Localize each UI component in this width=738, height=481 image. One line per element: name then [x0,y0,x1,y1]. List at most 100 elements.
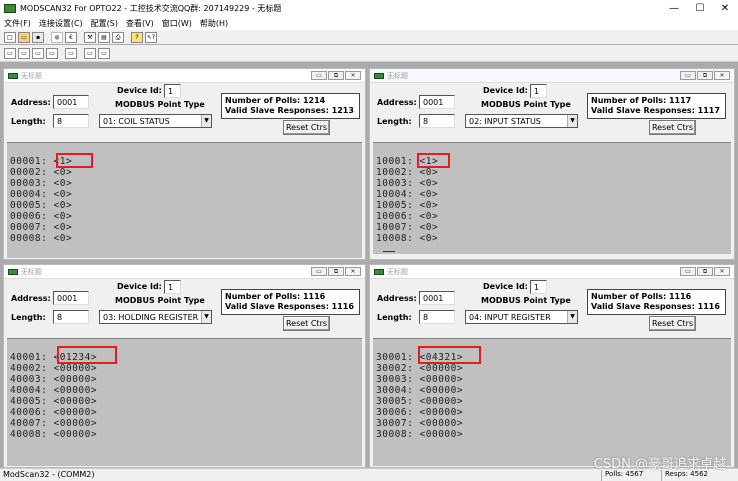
length-field[interactable]: 8 [53,114,89,128]
print-preview-icon[interactable]: ▤ [98,31,110,43]
maximize-button[interactable]: ☐ [688,0,712,17]
data-row[interactable]: 10008: <0> [376,233,438,244]
child-window-coil-status[interactable]: 无标题 ▭ ⧉ ✕ Device Id: 1 MODBUS Point Type… [3,68,366,260]
new-icon[interactable]: □ [4,31,16,43]
length-field[interactable]: 8 [419,310,455,324]
child-window-input-register[interactable]: 无标题 ▭ ⧉ ✕ Device Id: 1 MODBUS Point Type… [369,264,735,468]
point-type-select[interactable]: 01: COIL STATUS ▼ [99,114,212,128]
address-field[interactable]: 0001 [419,95,455,109]
context-help-icon[interactable]: ↖? [145,31,157,43]
menu-help[interactable]: 帮助(H) [196,18,232,29]
child-maximize-button[interactable]: ⧉ [697,71,713,80]
close-button[interactable]: ✕ [713,0,737,17]
chevron-down-icon[interactable]: ▼ [201,311,211,323]
help-icon[interactable]: ? [131,31,143,43]
length-field[interactable]: 8 [419,114,455,128]
menu-file[interactable]: 文件(F) [0,18,35,29]
scroll-thumb[interactable] [383,251,395,252]
address-field[interactable]: 0001 [53,95,89,109]
data-row[interactable]: 10005: <0> [376,200,438,211]
display-comm-icon[interactable]: ▭ [98,47,110,59]
child-minimize-button[interactable]: ▭ [311,71,327,80]
child-close-button[interactable]: ✕ [714,267,730,276]
data-row[interactable]: 00002: <0> [10,167,72,178]
data-row[interactable]: 40008: <00000> [10,429,97,440]
data-row[interactable]: 00005: <0> [10,200,72,211]
data-row[interactable]: 40007: <00000> [10,418,97,429]
child-close-button[interactable]: ✕ [714,71,730,80]
reset-counters-button[interactable]: Reset Ctrs [649,316,696,331]
data-row[interactable]: 30002: <00000> [376,363,463,374]
data-row[interactable]: 30008: <00000> [376,429,463,440]
display-hex-icon[interactable]: ▭ [32,47,44,59]
print-icon[interactable]: ⎙ [112,31,124,43]
data-row[interactable]: 10006: <0> [376,211,438,222]
child-window-holding-register[interactable]: 无标题 ▭ ⧉ ✕ Device Id: 1 MODBUS Point Type… [3,264,366,468]
display-dbl-icon[interactable]: ▭ [65,47,77,59]
data-row[interactable]: 40005: <00000> [10,396,97,407]
address-field[interactable]: 0001 [419,291,455,305]
child-window-input-status[interactable]: 无标题 ▭ ⧉ ✕ Device Id: 1 MODBUS Point Type… [369,68,735,260]
data-row[interactable]: 30006: <00000> [376,407,463,418]
point-type-select[interactable]: 04: INPUT REGISTER ▼ [465,310,578,324]
display-decimal-icon[interactable]: ▭ [18,47,30,59]
device-id-field[interactable]: 1 [530,84,547,98]
child-title-bar[interactable]: 无标题 ▭ ⧉ ✕ [4,265,365,279]
display-binary-icon[interactable]: ▭ [4,47,16,59]
chevron-down-icon[interactable]: ▼ [201,115,211,127]
data-row[interactable]: 30003: <00000> [376,374,463,385]
horizontal-scrollbar[interactable] [373,248,731,254]
chevron-down-icon[interactable]: ▼ [567,115,577,127]
tool-icon[interactable]: ⚒ [84,31,96,43]
device-id-field[interactable]: 1 [164,84,181,98]
child-title-bar[interactable]: 无标题 ▭ ⧉ ✕ [4,69,365,83]
record-icon[interactable]: ● [51,31,63,43]
point-type-select[interactable]: 03: HOLDING REGISTER ▼ [99,310,212,324]
menu-view[interactable]: 查看(V) [122,18,158,29]
data-row[interactable]: 10003: <0> [376,178,438,189]
address-field[interactable]: 0001 [53,291,89,305]
child-minimize-button[interactable]: ▭ [311,267,327,276]
length-field[interactable]: 8 [53,310,89,324]
minimize-button[interactable]: — [662,0,686,17]
child-title-bar[interactable]: 无标题 ▭ ⧉ ✕ [370,69,734,83]
data-row[interactable]: 40003: <00000> [10,374,97,385]
data-row[interactable]: 30005: <00000> [376,396,463,407]
data-row[interactable]: 00006: <0> [10,211,72,222]
data-row[interactable]: 00003: <0> [10,178,72,189]
data-row[interactable]: 40002: <00000> [10,363,97,374]
chevron-down-icon[interactable]: ▼ [567,311,577,323]
device-id-field[interactable]: 1 [164,280,181,294]
open-icon[interactable]: ▭ [18,31,30,43]
child-title-bar[interactable]: 无标题 ▭ ⧉ ✕ [370,265,734,279]
child-minimize-button[interactable]: ▭ [680,267,696,276]
data-row[interactable]: 00008: <0> [10,233,72,244]
save-icon[interactable]: ▪ [32,31,44,43]
child-maximize-button[interactable]: ⧉ [697,267,713,276]
euro-icon[interactable]: € [65,31,77,43]
data-row[interactable]: 40004: <00000> [10,385,97,396]
data-row[interactable]: 10002: <0> [376,167,438,178]
display-float-icon[interactable]: ▭ [46,47,58,59]
data-row[interactable]: 30004: <00000> [376,385,463,396]
data-row[interactable]: 00007: <0> [10,222,72,233]
data-row[interactable]: 30007: <00000> [376,418,463,429]
menu-connection[interactable]: 连接设置(C) [35,18,87,29]
reset-counters-button[interactable]: Reset Ctrs [283,316,330,331]
child-minimize-button[interactable]: ▭ [680,71,696,80]
data-row[interactable]: 40006: <00000> [10,407,97,418]
menu-setup[interactable]: 配置(S) [87,18,122,29]
child-close-button[interactable]: ✕ [345,71,361,80]
child-maximize-button[interactable]: ⧉ [328,267,344,276]
data-row[interactable]: 10004: <0> [376,189,438,200]
display-swap-icon[interactable]: ▭ [84,47,96,59]
reset-counters-button[interactable]: Reset Ctrs [649,120,696,135]
data-row[interactable]: 00004: <0> [10,189,72,200]
device-id-field[interactable]: 1 [530,280,547,294]
child-maximize-button[interactable]: ⧉ [328,71,344,80]
menu-window[interactable]: 窗口(W) [158,18,196,29]
data-row[interactable]: 10007: <0> [376,222,438,233]
point-type-select[interactable]: 02: INPUT STATUS ▼ [465,114,578,128]
child-close-button[interactable]: ✕ [345,267,361,276]
reset-counters-button[interactable]: Reset Ctrs [283,120,330,135]
